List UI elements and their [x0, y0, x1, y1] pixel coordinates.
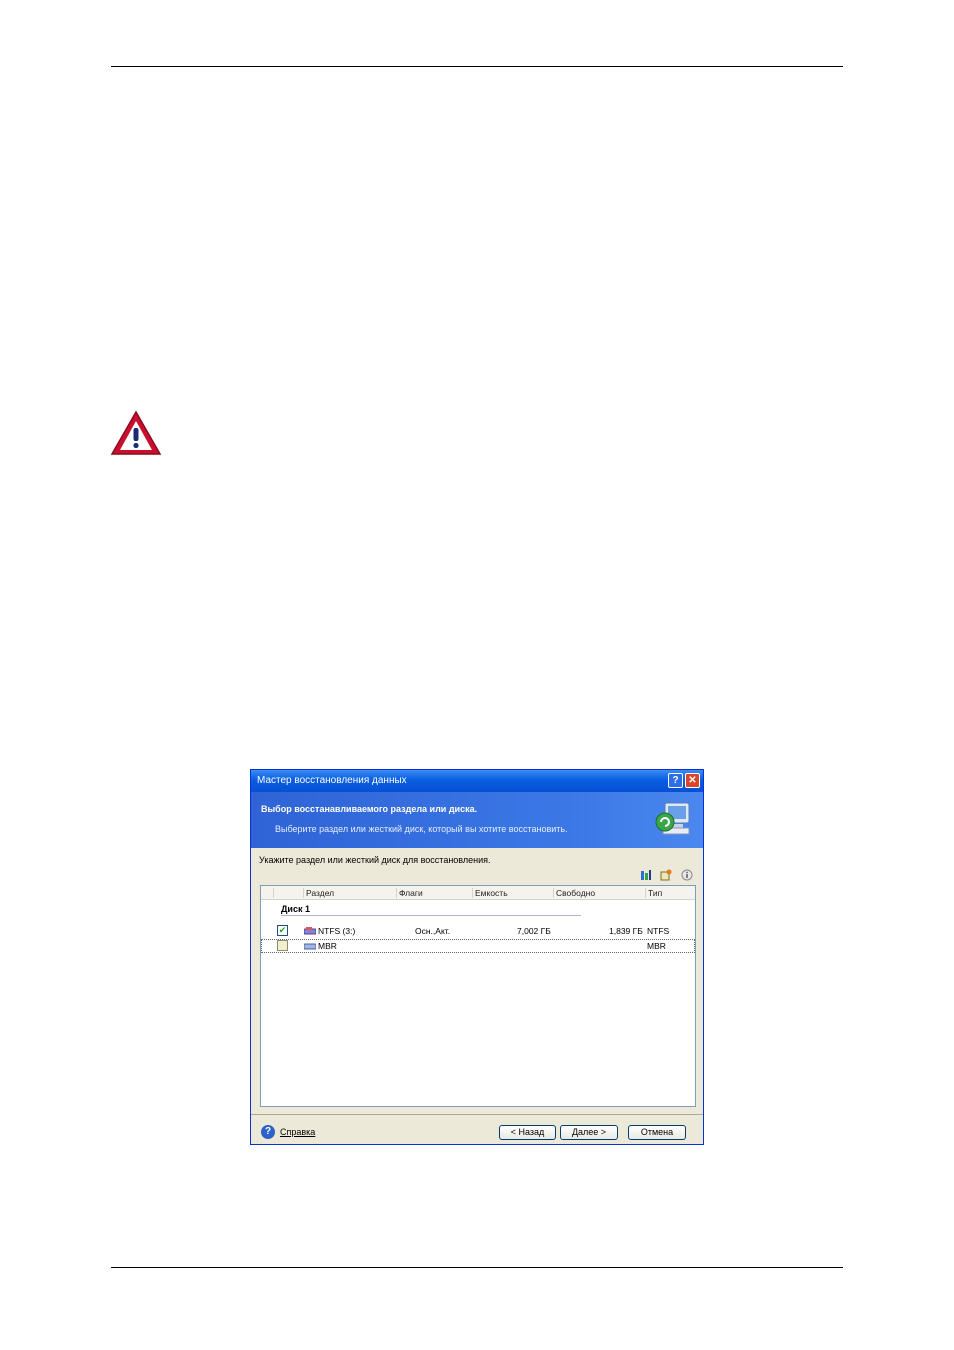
header-rule — [111, 66, 843, 67]
column-free[interactable]: Свободно — [553, 888, 644, 898]
column-type[interactable]: Тип — [645, 888, 696, 898]
help-link[interactable]: Справка — [280, 1127, 315, 1137]
partition-row[interactable]: ✔ NTFS (3:) Осн.,Акт. 7,002 ГБ 1,839 ГБ … — [261, 924, 695, 938]
partition-checkbox-unchecked[interactable] — [277, 940, 288, 951]
dialog-title: Мастер восстановления данных — [257, 775, 407, 786]
row-partition: MBR — [318, 941, 337, 951]
close-button[interactable]: ✕ — [685, 773, 700, 788]
help-title-button[interactable]: ? — [668, 773, 683, 788]
computer-restore-icon — [655, 802, 690, 835]
partition-row[interactable]: MBR MBR — [261, 939, 695, 953]
partition-grid: Раздел Флаги Емкость Свободно Тип Диск 1… — [260, 885, 696, 1107]
row-free: 1,839 ГБ — [609, 926, 643, 936]
group-divider — [281, 915, 581, 916]
row-flags: Осн.,Акт. — [415, 926, 451, 936]
row-partition: NTFS (3:) — [318, 926, 356, 936]
next-button[interactable]: Далее > — [560, 1125, 618, 1140]
step-subheading: Выберите раздел или жесткий диск, которы… — [275, 824, 568, 834]
properties-icon[interactable] — [660, 869, 672, 881]
row-type: MBR — [647, 941, 666, 951]
footer-divider — [251, 1114, 703, 1115]
row-capacity: 7,002 ГБ — [517, 926, 551, 936]
disk-icon — [304, 943, 316, 950]
instruction-text: Укажите раздел или жесткий диск для восс… — [259, 855, 491, 865]
column-capacity[interactable]: Емкость — [472, 888, 553, 898]
column-partition[interactable]: Раздел — [303, 888, 396, 898]
info-icon[interactable] — [681, 869, 693, 881]
help-icon[interactable]: ? — [261, 1125, 275, 1139]
warning-icon — [110, 410, 162, 455]
footer-rule — [111, 1267, 843, 1268]
wizard-banner: Выбор восстанавливаемого раздела или дис… — [251, 792, 703, 848]
grid-toolbar — [634, 869, 693, 883]
checkbox-column-header[interactable] — [273, 888, 302, 898]
back-button[interactable]: < Назад — [499, 1125, 556, 1140]
title-bar: Мастер восстановления данных ? ✕ — [251, 770, 703, 792]
step-heading: Выбор восстанавливаемого раздела или дис… — [261, 804, 478, 814]
partition-checkbox-checked[interactable]: ✔ — [277, 925, 288, 936]
cancel-button[interactable]: Отмена — [628, 1125, 686, 1140]
row-type: NTFS — [647, 926, 670, 936]
grid-header: Раздел Флаги Емкость Свободно Тип — [261, 886, 695, 900]
disk-group-label: Диск 1 — [281, 904, 310, 914]
data-recovery-wizard-dialog: Мастер восстановления данных ? ✕ Выбор в… — [250, 769, 704, 1145]
column-flags[interactable]: Флаги — [396, 888, 471, 898]
columns-icon[interactable] — [640, 869, 652, 881]
partition-icon — [304, 927, 316, 935]
